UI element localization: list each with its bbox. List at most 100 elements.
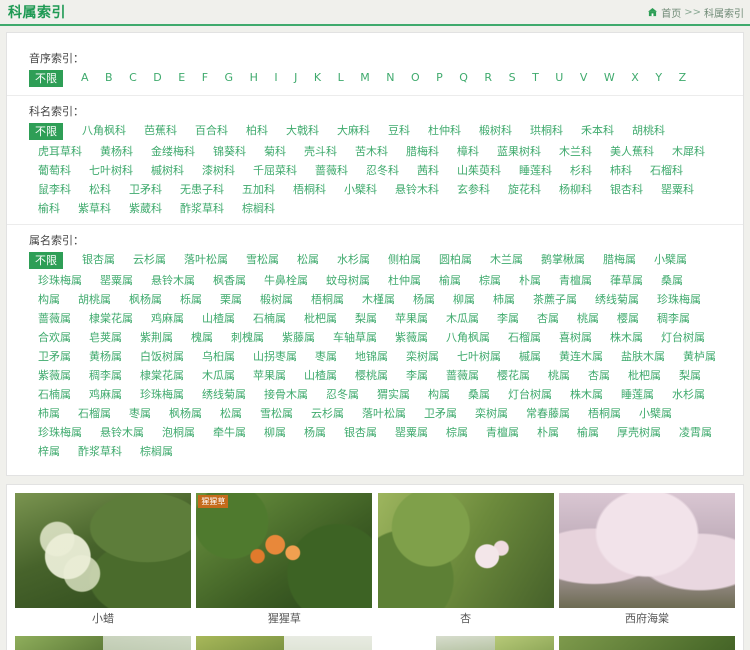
genus-index-item[interactable]: 小檗属 xyxy=(645,250,696,269)
pinyin-index-letter[interactable]: S xyxy=(501,68,524,87)
genus-index-item[interactable]: 酢浆草科 xyxy=(69,442,131,461)
plant-thumbnail[interactable] xyxy=(15,636,191,650)
genus-index-item[interactable]: 梨属 xyxy=(670,366,710,385)
family-index-item[interactable]: 小檗科 xyxy=(335,180,386,199)
genus-index-item[interactable]: 绣线菊属 xyxy=(586,290,648,309)
genus-index-item[interactable]: 皂荚属 xyxy=(80,328,131,347)
pinyin-index-letter[interactable]: J xyxy=(286,68,306,87)
genus-index-item[interactable]: 木兰属 xyxy=(481,250,532,269)
pinyin-index-all[interactable]: 不限 xyxy=(29,70,63,87)
genus-index-item[interactable]: 柳属 xyxy=(444,290,484,309)
family-index-item[interactable]: 槭树科 xyxy=(142,161,193,180)
genus-index-item[interactable]: 刺槐属 xyxy=(222,328,273,347)
pinyin-index-letter[interactable]: B xyxy=(97,68,121,87)
genus-index-item[interactable]: 卫矛属 xyxy=(29,347,80,366)
family-index-item[interactable]: 千屈菜科 xyxy=(244,161,306,180)
genus-index-item[interactable]: 盐肤木属 xyxy=(612,347,674,366)
genus-index-item[interactable]: 枫杨属 xyxy=(160,404,211,423)
pinyin-index-letter[interactable]: T xyxy=(524,68,547,87)
genus-index-item[interactable]: 腊梅属 xyxy=(594,250,645,269)
genus-index-item[interactable]: 青檀属 xyxy=(477,423,528,442)
genus-index-item[interactable]: 珍珠梅属 xyxy=(648,290,710,309)
genus-index-item[interactable]: 胡桃属 xyxy=(69,290,120,309)
genus-index-item[interactable]: 蔷薇属 xyxy=(29,309,80,328)
genus-index-item[interactable]: 紫薇属 xyxy=(29,366,80,385)
family-index-item[interactable]: 玄参科 xyxy=(448,180,499,199)
plant-thumbnail[interactable] xyxy=(558,493,735,608)
genus-index-item[interactable]: 樱桃属 xyxy=(346,366,397,385)
genus-index-item[interactable]: 梓属 xyxy=(29,442,69,461)
genus-index-item[interactable]: 柿属 xyxy=(29,404,69,423)
genus-index-item[interactable]: 棕属 xyxy=(437,423,477,442)
gallery-item[interactable]: 猩猩草 猩猩草 xyxy=(196,493,373,630)
pinyin-index-letter[interactable]: O xyxy=(403,68,428,87)
genus-index-item[interactable]: 牵牛属 xyxy=(204,423,255,442)
pinyin-index-letter[interactable]: P xyxy=(428,68,451,87)
genus-index-item[interactable]: 黄栌属 xyxy=(674,347,725,366)
genus-index-item[interactable]: 合欢属 xyxy=(29,328,80,347)
family-index-item[interactable]: 无患子科 xyxy=(171,180,233,199)
genus-index-item[interactable]: 石榴属 xyxy=(499,328,550,347)
genus-index-item[interactable]: 猬实属 xyxy=(368,385,419,404)
genus-index-item[interactable]: 柿属 xyxy=(484,290,524,309)
family-index-item[interactable]: 漆树科 xyxy=(193,161,244,180)
family-index-item[interactable]: 银杏科 xyxy=(601,180,652,199)
genus-index-item[interactable]: 榆属 xyxy=(430,271,470,290)
genus-index-item[interactable]: 圆柏属 xyxy=(430,250,481,269)
genus-index-item[interactable]: 忍冬属 xyxy=(317,385,368,404)
genus-index-item[interactable]: 株木属 xyxy=(561,385,612,404)
genus-index-item[interactable]: 山楂属 xyxy=(193,309,244,328)
genus-index-item[interactable]: 柳属 xyxy=(255,423,295,442)
genus-index-item[interactable]: 雪松属 xyxy=(251,404,302,423)
family-index-item[interactable]: 卫矛科 xyxy=(120,180,171,199)
family-index-item[interactable]: 菊科 xyxy=(255,142,295,161)
family-index-item[interactable]: 紫葳科 xyxy=(120,199,171,218)
genus-index-item[interactable]: 枇杷属 xyxy=(295,309,346,328)
genus-index-item[interactable]: 青檀属 xyxy=(550,271,601,290)
genus-index-item[interactable]: 棕榈属 xyxy=(131,442,182,461)
genus-index-all[interactable]: 不限 xyxy=(29,252,63,269)
family-index-item[interactable]: 金缕梅科 xyxy=(142,142,204,161)
genus-index-item[interactable]: 茶藨子属 xyxy=(524,290,586,309)
genus-index-item[interactable]: 朴属 xyxy=(528,423,568,442)
family-index-item[interactable]: 虎耳草科 xyxy=(29,142,91,161)
genus-index-item[interactable]: 栎属 xyxy=(171,290,211,309)
genus-index-item[interactable]: 山楂属 xyxy=(295,366,346,385)
family-index-item[interactable]: 旋花科 xyxy=(499,180,550,199)
genus-index-item[interactable]: 苹果属 xyxy=(386,309,437,328)
genus-index-item[interactable]: 睡莲属 xyxy=(612,385,663,404)
gallery-item[interactable]: 小蜡 xyxy=(15,493,191,630)
genus-index-item[interactable]: 绣线菊属 xyxy=(193,385,255,404)
family-index-item[interactable]: 大麻科 xyxy=(328,121,379,140)
genus-index-item[interactable]: 悬铃木属 xyxy=(142,271,204,290)
family-index-item[interactable]: 木兰科 xyxy=(550,142,601,161)
pinyin-index-letter[interactable]: D xyxy=(145,68,170,87)
family-index-item[interactable]: 罂粟科 xyxy=(652,180,703,199)
genus-index-item[interactable]: 鸡麻属 xyxy=(80,385,131,404)
gallery-item[interactable] xyxy=(15,636,191,650)
family-index-item[interactable]: 杜仲科 xyxy=(419,121,470,140)
genus-index-item[interactable]: 厚壳树属 xyxy=(608,423,670,442)
genus-index-item[interactable]: 蚊母树属 xyxy=(317,271,379,290)
genus-index-item[interactable]: 松属 xyxy=(288,250,328,269)
genus-index-item[interactable]: 石楠属 xyxy=(29,385,80,404)
gallery-item[interactable] xyxy=(558,636,735,650)
genus-index-item[interactable]: 紫荆属 xyxy=(131,328,182,347)
genus-index-item[interactable]: 木槿属 xyxy=(353,290,404,309)
family-index-item[interactable]: 珙桐科 xyxy=(521,121,572,140)
genus-index-item[interactable]: 杜仲属 xyxy=(379,271,430,290)
pinyin-index-letter[interactable]: C xyxy=(121,68,145,87)
genus-index-item[interactable]: 八角枫属 xyxy=(437,328,499,347)
genus-index-item[interactable]: 接骨木属 xyxy=(255,385,317,404)
genus-index-item[interactable]: 樱属 xyxy=(608,309,648,328)
genus-index-item[interactable]: 悬铃木属 xyxy=(91,423,153,442)
family-index-item[interactable]: 大戟科 xyxy=(277,121,328,140)
family-index-item[interactable]: 山茱萸科 xyxy=(448,161,510,180)
genus-index-item[interactable]: 梨属 xyxy=(346,309,386,328)
genus-index-item[interactable]: 罂粟属 xyxy=(91,271,142,290)
genus-index-item[interactable]: 珍珠梅属 xyxy=(131,385,193,404)
genus-index-item[interactable]: 白饭树属 xyxy=(131,347,193,366)
genus-index-item[interactable]: 山拐枣属 xyxy=(244,347,306,366)
genus-index-item[interactable]: 枫香属 xyxy=(204,271,255,290)
pinyin-index-letter[interactable]: A xyxy=(73,68,97,87)
